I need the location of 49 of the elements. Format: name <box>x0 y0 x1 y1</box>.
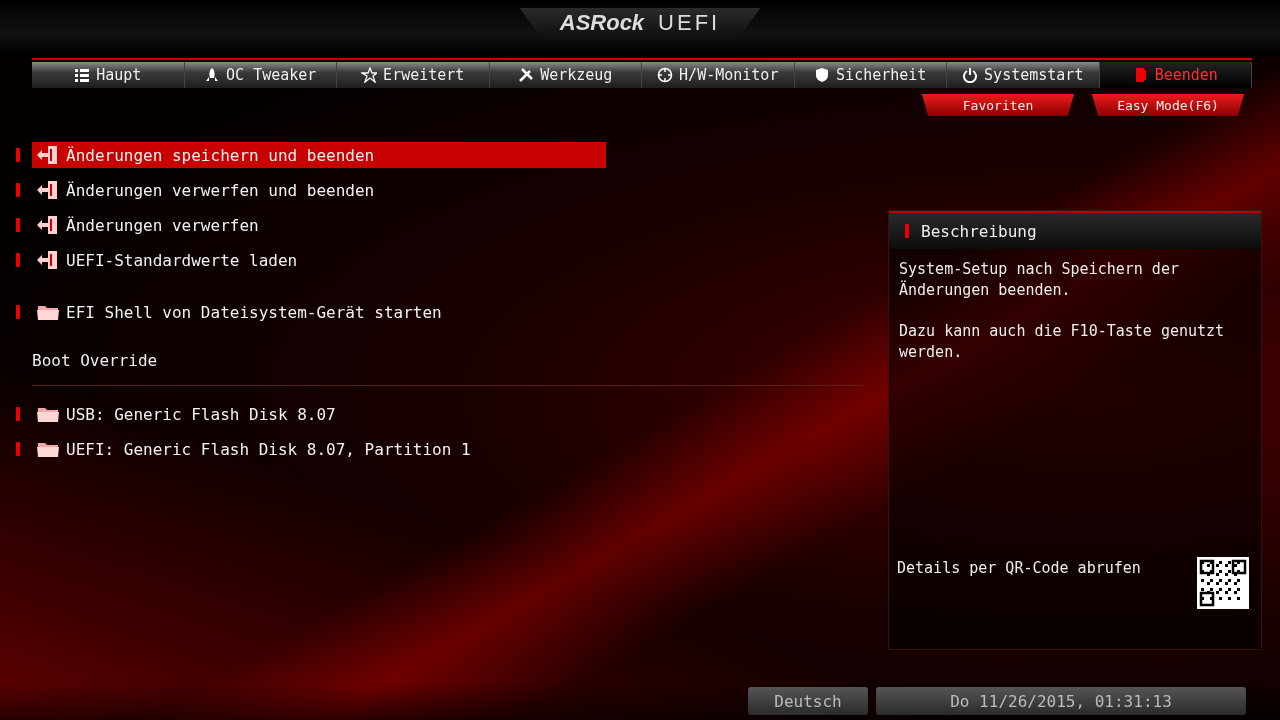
item-marker <box>16 305 20 319</box>
logo-title: UEFI <box>658 10 721 36</box>
language-button[interactable]: Deutsch <box>748 687 868 715</box>
shield-icon <box>814 67 831 83</box>
mode-button[interactable]: Favoriten <box>922 94 1074 116</box>
tools-icon <box>518 67 535 83</box>
item-marker <box>16 183 20 197</box>
list-icon <box>74 67 91 83</box>
item-marker <box>16 148 20 162</box>
mode-button[interactable]: Easy Mode(F6) <box>1092 94 1244 116</box>
crosshair-icon <box>657 67 674 83</box>
item-marker <box>16 253 20 267</box>
menu-item[interactable]: USB: Generic Flash Disk 8.07 <box>32 401 606 427</box>
folder-icon <box>36 440 60 458</box>
menu-tab[interactable]: H/W-Monitor <box>642 62 795 88</box>
menu-tab[interactable]: Haupt <box>32 62 185 88</box>
menu-item[interactable]: Änderungen speichern und beenden <box>32 142 606 168</box>
qr-code-icon <box>1197 557 1249 609</box>
menu-tab[interactable]: Systemstart <box>947 62 1100 88</box>
date-time-display: Do 11/26/2015, 01:31:13 <box>876 687 1246 715</box>
brand-logo-text: ASRock <box>559 10 645 36</box>
folder-icon <box>36 303 60 321</box>
menu-tab[interactable]: Sicherheit <box>794 62 947 88</box>
panel-title: Beschreibung <box>921 221 1037 241</box>
menu-tab[interactable]: Werkzeug <box>489 62 642 88</box>
rocket-icon <box>204 67 221 83</box>
menu-item[interactable]: Änderungen verwerfen <box>32 212 606 238</box>
menu-tab[interactable]: Beenden <box>1099 62 1252 88</box>
item-marker <box>16 442 20 456</box>
header-marker <box>905 224 909 238</box>
exit-icon <box>36 145 60 165</box>
item-marker <box>16 407 20 421</box>
exit-icon <box>36 180 60 200</box>
qr-label: Details per QR-Code abrufen <box>897 559 1141 577</box>
menu-item[interactable]: UEFI-Standardwerte laden <box>32 247 606 273</box>
folder-icon <box>36 405 60 423</box>
menu-tab[interactable]: Erweitert <box>337 62 490 88</box>
description-text: Dazu kann auch die F10-Taste genutzt werden. <box>898 321 1226 363</box>
star-icon <box>361 67 378 83</box>
item-marker <box>16 218 20 232</box>
description-text: System-Setup nach Speichern der Änderungen beenden. <box>898 259 1180 301</box>
power-icon <box>962 67 979 83</box>
menu-item[interactable]: Änderungen verwerfen und beenden <box>32 177 606 203</box>
menu-tab[interactable]: OC Tweaker <box>184 62 337 88</box>
section-heading: Boot Override <box>32 351 159 370</box>
menu-item[interactable]: UEFI: Generic Flash Disk 8.07, Partition 1 <box>32 436 606 462</box>
menu-item[interactable]: EFI Shell von Dateisystem-Gerät starten <box>32 299 606 325</box>
exit-icon <box>36 215 60 235</box>
exit-icon <box>36 250 60 270</box>
